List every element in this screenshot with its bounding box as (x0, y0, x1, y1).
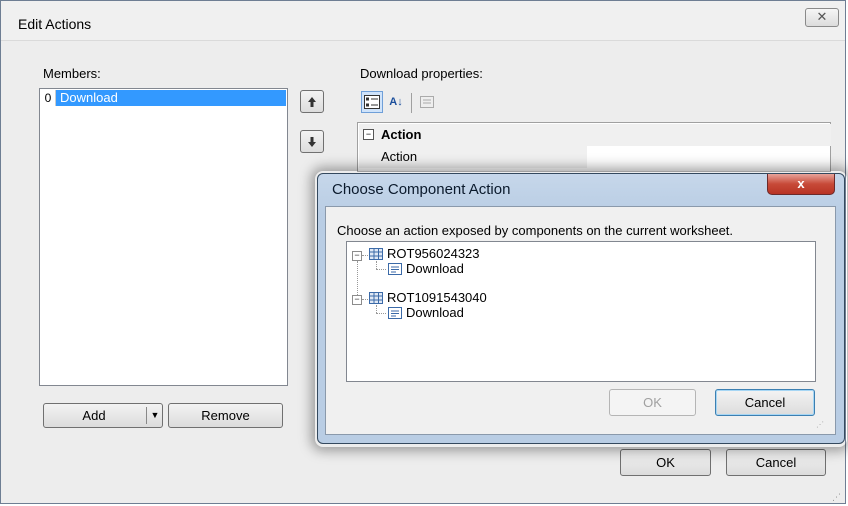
table-icon (369, 248, 383, 260)
tree-line (376, 313, 386, 315)
collapse-icon[interactable]: − (352, 251, 362, 261)
tree-line (376, 305, 378, 313)
categorized-icon (364, 95, 380, 109)
tree-line (376, 269, 386, 271)
toolbar-separator (411, 93, 412, 113)
categorized-view-button[interactable] (361, 91, 383, 113)
close-button[interactable]: ✕ (805, 8, 839, 27)
table-icon (369, 292, 383, 304)
collapse-icon[interactable]: − (363, 129, 374, 140)
dialog-title: Choose Component Action (332, 181, 511, 198)
collapse-icon[interactable]: − (352, 295, 362, 305)
dialog-description: Choose an action exposed by components o… (337, 223, 734, 238)
tree-line (362, 299, 368, 301)
ok-button[interactable]: OK (620, 449, 711, 476)
sort-alphabetical-icon[interactable]: A↓ (385, 91, 407, 113)
resize-grip-icon[interactable]: ⋰ (832, 492, 844, 504)
properties-label: Download properties: (360, 66, 483, 81)
choose-component-action-dialog: Choose Component Action x Choose an acti… (317, 173, 845, 444)
component-action-tree[interactable]: − ROT956024323 Download − ROT1091543040 … (346, 241, 816, 382)
property-grid-toolbar: A↓ (360, 90, 460, 116)
action-icon (388, 263, 402, 275)
cancel-button[interactable]: Cancel (726, 449, 826, 476)
remove-button[interactable]: Remove (168, 403, 283, 428)
action-icon (388, 307, 402, 319)
tree-line (357, 261, 359, 297)
cancel-button[interactable]: Cancel (715, 389, 815, 416)
move-up-button[interactable] (300, 90, 324, 113)
dropdown-arrow-icon[interactable]: ▼ (149, 404, 161, 427)
property-pages-icon[interactable] (416, 91, 438, 113)
tree-line (362, 255, 368, 257)
category-label: Action (381, 127, 422, 142)
arrow-up-icon (308, 97, 316, 107)
member-index: 0 (41, 90, 56, 106)
close-button[interactable]: x (767, 174, 835, 195)
tree-line (376, 261, 378, 269)
property-row[interactable]: Action (359, 146, 587, 168)
arrow-down-icon (308, 137, 316, 147)
move-down-button[interactable] (300, 130, 324, 153)
member-name: Download (56, 90, 286, 106)
members-label: Members: (43, 66, 101, 81)
title-bar (1, 1, 845, 41)
tree-node-action[interactable]: Download (406, 304, 464, 322)
tree-node-action[interactable]: Download (406, 260, 464, 278)
property-grid: − Action Action (357, 122, 831, 172)
property-name: Action (381, 149, 418, 164)
split-divider (146, 407, 147, 424)
resize-grip-icon[interactable]: ⋰ (816, 420, 824, 429)
ok-button[interactable]: OK (609, 389, 696, 416)
add-button-label: Add (82, 408, 106, 423)
dialog-title: Edit Actions (18, 16, 92, 32)
add-button[interactable]: Add ▼ (43, 403, 163, 428)
property-category-row[interactable]: − Action (359, 124, 831, 146)
members-list[interactable] (39, 88, 288, 386)
list-item[interactable]: 0 Download (41, 90, 286, 106)
